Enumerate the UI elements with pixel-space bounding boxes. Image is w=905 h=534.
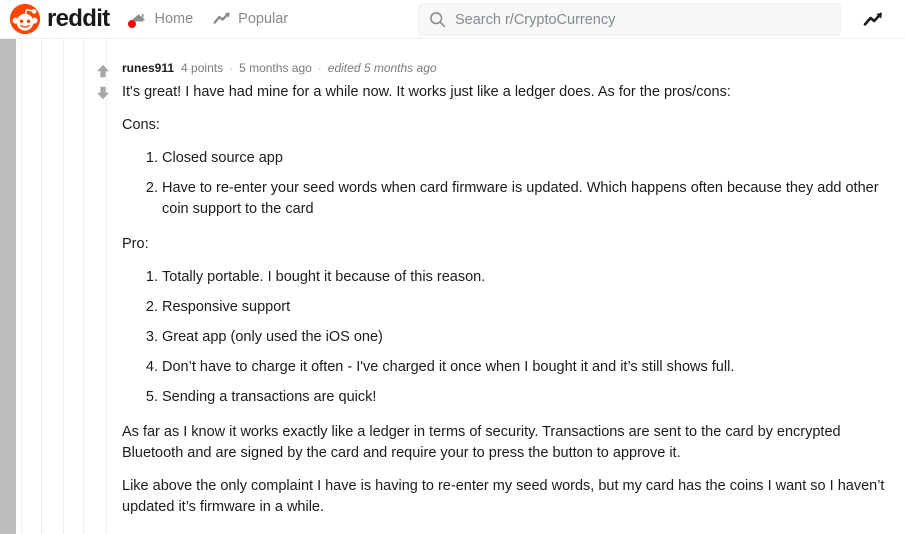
trending-up-icon <box>213 11 232 27</box>
comment-closing-paragraph-2: Like above the only complaint I have is … <box>122 476 897 518</box>
list-item: Have to re-enter your seed words when ca… <box>162 178 897 220</box>
comment-body: runes911 4 points · 5 months ago · edite… <box>122 61 897 534</box>
search-input[interactable] <box>455 12 825 28</box>
thread-line <box>41 39 42 534</box>
thread-line <box>63 39 64 534</box>
nav-item-home[interactable]: Home <box>129 0 193 39</box>
thread-line <box>83 39 84 534</box>
list-item: Sending a transactions are quick! <box>162 387 897 408</box>
comment: runes911 4 points · 5 months ago · edite… <box>92 61 897 534</box>
comment-intro-paragraph: It's great! I have had mine for a while … <box>122 82 897 103</box>
comment-edited-timestamp: edited 5 months ago <box>328 61 437 75</box>
left-gutter <box>0 39 16 534</box>
search-icon <box>429 11 446 28</box>
nav-item-home-label: Home <box>154 12 193 27</box>
cons-heading: Cons: <box>122 115 897 136</box>
comment-points: 4 points <box>181 61 223 75</box>
comment-meta: runes911 4 points · 5 months ago · edite… <box>122 61 897 75</box>
comment-closing-paragraph-1: As far as I know it works exactly like a… <box>122 422 897 464</box>
list-item: Responsive support <box>162 297 897 318</box>
comment-timestamp: 5 months ago <box>239 61 312 75</box>
nav-item-popular[interactable]: Popular <box>213 0 288 39</box>
list-item: Don’t have to charge it often - I've cha… <box>162 357 897 378</box>
list-item: Totally portable. I bought it because of… <box>162 267 897 288</box>
cons-list: Closed source app Have to re-enter your … <box>122 148 897 220</box>
pro-heading: Pro: <box>122 234 897 255</box>
trending-button[interactable] <box>862 9 886 31</box>
reddit-wordmark: reddit <box>47 7 109 31</box>
search-bar[interactable] <box>418 3 841 36</box>
list-item: Great app (only used the iOS one) <box>162 327 897 348</box>
reddit-home-logo[interactable]: reddit <box>10 0 109 39</box>
meta-separator: · <box>318 61 322 75</box>
nav-item-popular-label: Popular <box>238 12 288 27</box>
list-item: Closed source app <box>162 148 897 169</box>
pros-list: Totally portable. I bought it because of… <box>122 267 897 408</box>
thread-line <box>21 39 22 534</box>
comment-page: runes911 4 points · 5 months ago · edite… <box>0 39 905 534</box>
downvote-arrow-icon[interactable] <box>95 85 111 101</box>
home-icon <box>129 11 148 28</box>
upvote-arrow-icon[interactable] <box>95 63 111 79</box>
meta-separator: · <box>229 61 233 75</box>
vote-controls <box>92 63 114 101</box>
comment-author[interactable]: runes911 <box>122 61 174 75</box>
reddit-snoo-icon <box>10 4 40 34</box>
trending-up-icon <box>863 11 885 29</box>
site-header: reddit Home Popular <box>0 0 905 39</box>
